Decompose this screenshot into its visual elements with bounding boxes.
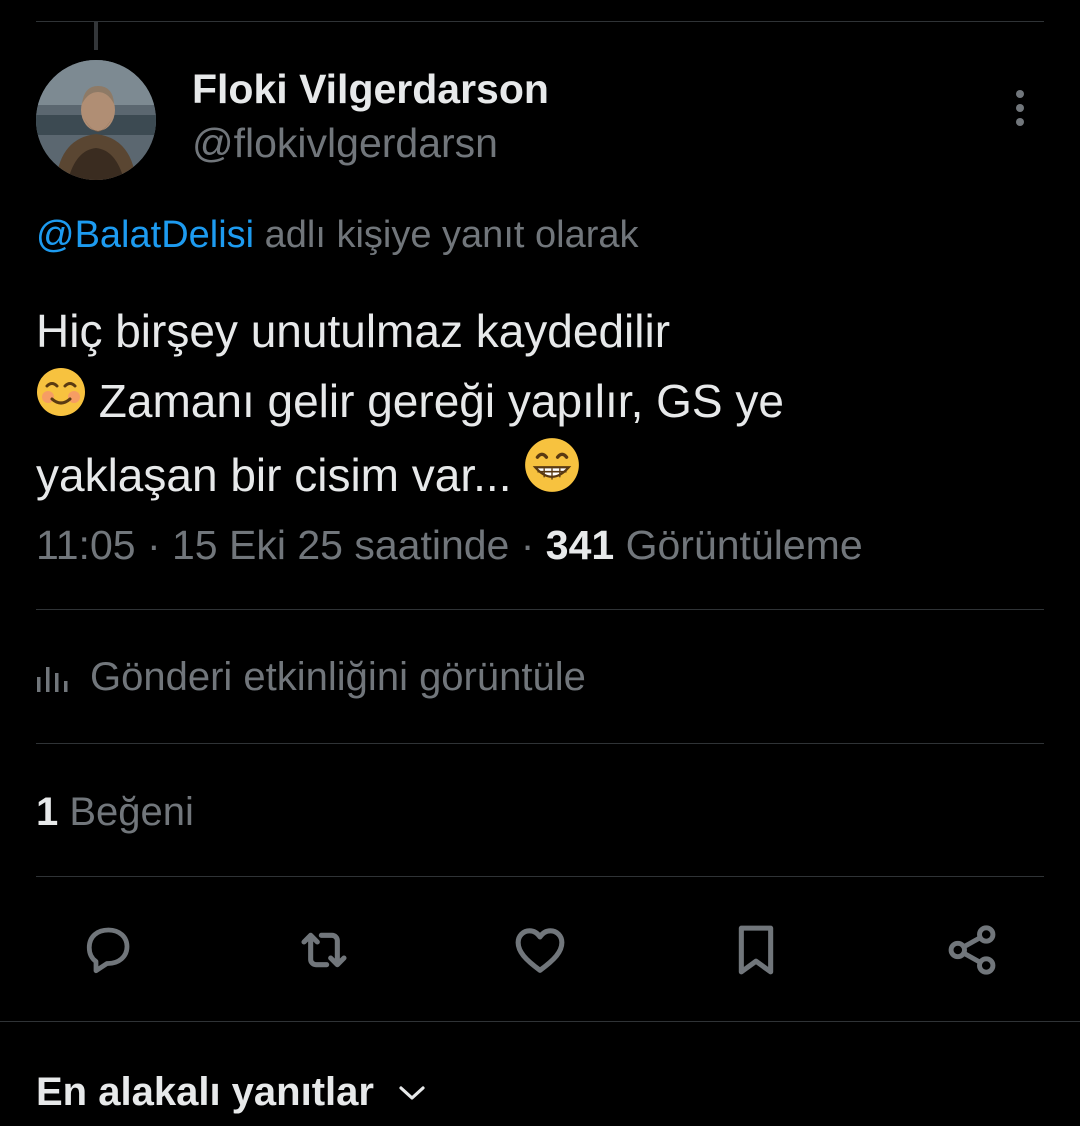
chevron-down-icon: [399, 1085, 425, 1100]
reply-context-text: adlı kişiye yanıt olarak: [254, 214, 639, 256]
retweet-button[interactable]: [292, 918, 356, 982]
section-divider: [0, 1021, 1080, 1022]
avatar-image: [36, 60, 156, 180]
tweet-text-line: Zamanı gelir gereği yapılır, GS ye: [86, 375, 784, 427]
like-button[interactable]: [508, 918, 572, 982]
reply-context: @BalatDelisi adlı kişiye yanıt olarak: [36, 214, 639, 257]
likes-label: Beğeni: [58, 790, 194, 834]
more-options-button[interactable]: [1002, 86, 1038, 130]
bookmark-button[interactable]: [724, 918, 788, 982]
heart-icon: [515, 928, 565, 973]
author-handle[interactable]: @flokivlgerdarsn: [192, 120, 498, 167]
divider: [36, 876, 1044, 877]
more-dot: [1016, 104, 1024, 112]
bookmark-icon: [738, 925, 774, 975]
thread-line: [94, 22, 98, 50]
more-dot: [1016, 90, 1024, 98]
retweet-icon: [301, 932, 347, 968]
replies-sort-label: En alakalı yanıtlar: [36, 1070, 374, 1114]
grinning-emoji: [524, 437, 580, 512]
tweet-text: Hiç birşey unutulmaz kaydedilir Zamanı g…: [36, 296, 1046, 516]
tweet-meta: 11:05 · 15 Eki 25 saatinde · 341 Görüntü…: [36, 522, 863, 569]
views-count: 341: [545, 522, 615, 568]
tweet-date[interactable]: 15 Eki 25 saatinde: [172, 522, 509, 568]
smiling-blush-emoji: [36, 366, 86, 436]
divider: [36, 609, 1044, 610]
share-button[interactable]: [940, 918, 1004, 982]
reply-button[interactable]: [76, 918, 140, 982]
tweet-time[interactable]: 11:05: [36, 522, 136, 568]
tweet-text-line: Hiç birşey unutulmaz kaydedilir: [36, 305, 671, 357]
likes-summary[interactable]: 1 Beğeni: [36, 790, 194, 835]
more-dot: [1016, 118, 1024, 126]
post-activity-label: Gönderi etkinliğini görüntüle: [90, 655, 586, 699]
divider: [36, 743, 1044, 744]
avatar[interactable]: [36, 60, 156, 180]
views-label: Görüntüleme: [614, 522, 863, 568]
top-divider: [36, 21, 1044, 22]
share-icon: [948, 925, 996, 975]
likes-count: 1: [36, 790, 59, 834]
reply-mention-link[interactable]: @BalatDelisi: [36, 214, 254, 256]
author-display-name[interactable]: Floki Vilgerdarson: [192, 66, 549, 113]
comment-icon: [86, 927, 130, 974]
meta-separator: ·: [135, 522, 172, 568]
replies-sort-dropdown[interactable]: En alakalı yanıtlar: [36, 1070, 426, 1115]
analytics-icon: [37, 666, 68, 692]
post-activity-link[interactable]: Gönderi etkinliğini görüntüle: [36, 655, 586, 700]
meta-separator: ·: [509, 522, 546, 568]
tweet-text-line: yaklaşan bir cisim var...: [36, 448, 525, 501]
